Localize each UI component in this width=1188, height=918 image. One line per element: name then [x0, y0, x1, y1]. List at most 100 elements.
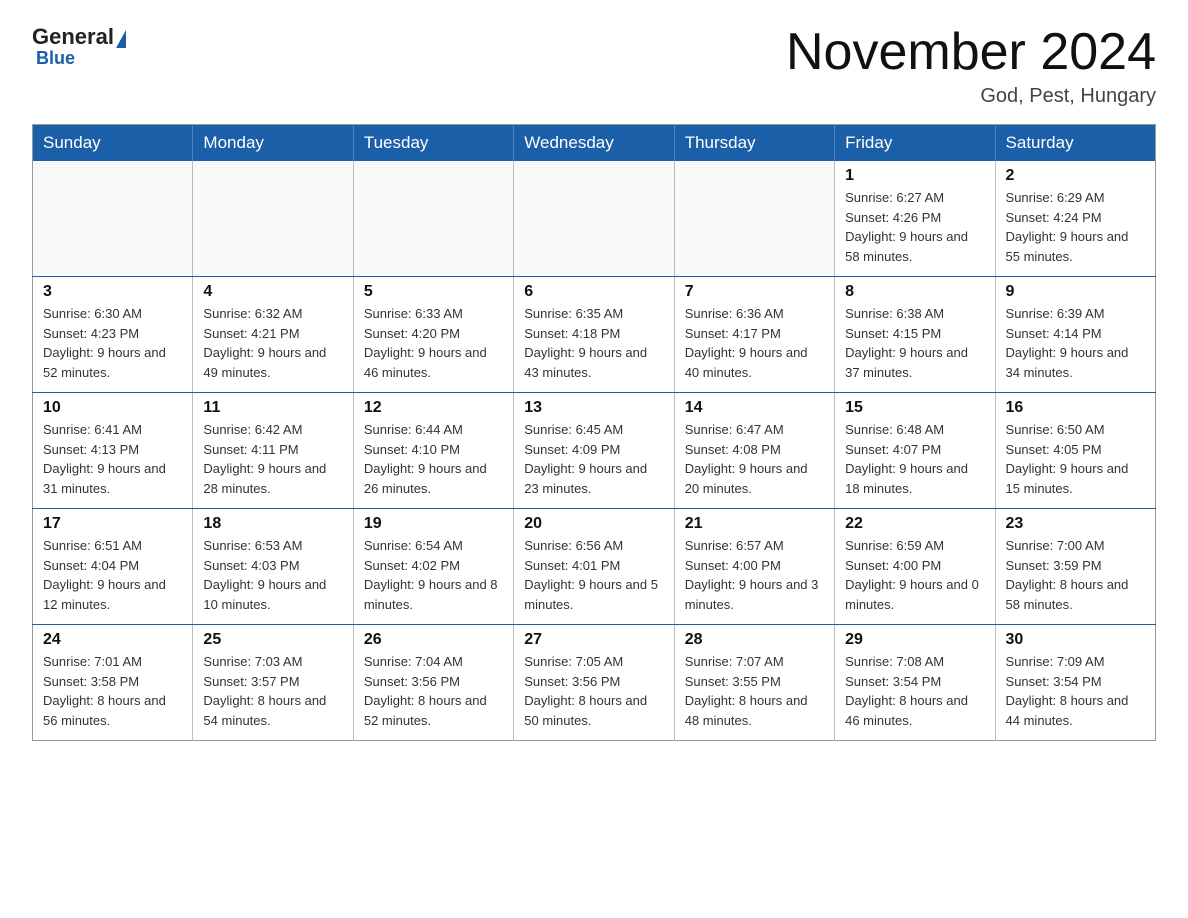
- calendar-cell: 8Sunrise: 6:38 AMSunset: 4:15 PMDaylight…: [835, 277, 995, 393]
- day-number: 16: [1006, 399, 1145, 417]
- calendar-cell: 4 Sunrise: 6:32 AMSunset: 4:21 PMDaylight…: [193, 277, 353, 393]
- day-info: Sunrise: 6:36 AMSunset: 4:17 PMDaylight:…: [685, 304, 824, 382]
- day-info: Sunrise: 6:27 AMSunset: 4:26 PMDaylight:…: [845, 188, 984, 266]
- day-number: 26: [364, 631, 503, 649]
- day-info: Sunrise: 7:07 AMSunset: 3:55 PMDaylight:…: [685, 652, 824, 730]
- day-number: 23: [1006, 515, 1145, 533]
- calendar-cell: [33, 161, 193, 277]
- day-number: 15: [845, 399, 984, 417]
- day-info: Sunrise: 6:39 AMSunset: 4:14 PMDaylight:…: [1006, 304, 1145, 382]
- calendar-cell: 22 Sunrise: 6:59 AMSunset: 4:00 PMDayligh…: [835, 509, 995, 625]
- calendar-cell: 20 Sunrise: 6:56 AMSunset: 4:01 PMDayligh…: [514, 509, 674, 625]
- calendar-header: SundayMondayTuesdayWednesdayThursdayFrid…: [33, 125, 1156, 162]
- calendar-cell: 23 Sunrise: 7:00 AMSunset: 3:59 PMDayligh…: [995, 509, 1155, 625]
- calendar-table: SundayMondayTuesdayWednesdayThursdayFrid…: [32, 124, 1156, 741]
- day-info: Sunrise: 6:51 AMSunset: 4:04 PMDaylight:…: [43, 536, 182, 614]
- day-number: 24: [43, 631, 182, 649]
- calendar-cell: 2 Sunrise: 6:29 AMSunset: 4:24 PMDaylight…: [995, 161, 1155, 277]
- day-number: 4: [203, 283, 342, 301]
- calendar-cell: 18Sunrise: 6:53 AMSunset: 4:03 PMDayligh…: [193, 509, 353, 625]
- day-number: 10: [43, 399, 182, 417]
- day-number: 12: [364, 399, 503, 417]
- day-info: Sunrise: 6:29 AMSunset: 4:24 PMDaylight:…: [1006, 188, 1145, 266]
- calendar-cell: 29 Sunrise: 7:08 AMSunset: 3:54 PMDayligh…: [835, 625, 995, 741]
- day-number: 1: [845, 167, 984, 185]
- calendar-subtitle: God, Pest, Hungary: [786, 85, 1156, 108]
- day-number: 14: [685, 399, 824, 417]
- day-info: Sunrise: 6:32 AMSunset: 4:21 PMDaylight:…: [203, 304, 342, 382]
- day-number: 30: [1006, 631, 1145, 649]
- logo: General Blue: [32, 24, 128, 69]
- calendar-cell: 21Sunrise: 6:57 AMSunset: 4:00 PMDayligh…: [674, 509, 834, 625]
- calendar-cell: [514, 161, 674, 277]
- day-info: Sunrise: 6:59 AMSunset: 4:00 PMDaylight:…: [845, 536, 984, 614]
- weekday-header-sunday: Sunday: [33, 125, 193, 162]
- day-number: 7: [685, 283, 824, 301]
- day-info: Sunrise: 6:44 AMSunset: 4:10 PMDaylight:…: [364, 420, 503, 498]
- calendar-cell: [674, 161, 834, 277]
- day-number: 17: [43, 515, 182, 533]
- day-number: 22: [845, 515, 984, 533]
- day-number: 27: [524, 631, 663, 649]
- calendar-body: 1 Sunrise: 6:27 AMSunset: 4:26 PMDaylight…: [33, 161, 1156, 741]
- calendar-title: November 2024: [786, 24, 1156, 81]
- day-number: 2: [1006, 167, 1145, 185]
- calendar-cell: 14Sunrise: 6:47 AMSunset: 4:08 PMDayligh…: [674, 393, 834, 509]
- day-info: Sunrise: 6:33 AMSunset: 4:20 PMDaylight:…: [364, 304, 503, 382]
- logo-triangle-icon: [116, 30, 126, 48]
- day-number: 5: [364, 283, 503, 301]
- calendar-cell: 13 Sunrise: 6:45 AMSunset: 4:09 PMDayligh…: [514, 393, 674, 509]
- calendar-cell: 16 Sunrise: 6:50 AMSunset: 4:05 PMDayligh…: [995, 393, 1155, 509]
- day-info: Sunrise: 6:45 AMSunset: 4:09 PMDaylight:…: [524, 420, 663, 498]
- day-info: Sunrise: 6:35 AMSunset: 4:18 PMDaylight:…: [524, 304, 663, 382]
- weekday-header-wednesday: Wednesday: [514, 125, 674, 162]
- calendar-cell: 28Sunrise: 7:07 AMSunset: 3:55 PMDayligh…: [674, 625, 834, 741]
- day-number: 19: [364, 515, 503, 533]
- day-number: 11: [203, 399, 342, 417]
- day-number: 9: [1006, 283, 1145, 301]
- weekday-header-row: SundayMondayTuesdayWednesdayThursdayFrid…: [33, 125, 1156, 162]
- page-header: General Blue November 2024 God, Pest, Hu…: [32, 24, 1156, 108]
- day-info: Sunrise: 7:00 AMSunset: 3:59 PMDaylight:…: [1006, 536, 1145, 614]
- day-number: 13: [524, 399, 663, 417]
- calendar-cell: 9 Sunrise: 6:39 AMSunset: 4:14 PMDaylight…: [995, 277, 1155, 393]
- calendar-cell: 26 Sunrise: 7:04 AMSunset: 3:56 PMDayligh…: [353, 625, 513, 741]
- calendar-cell: 15Sunrise: 6:48 AMSunset: 4:07 PMDayligh…: [835, 393, 995, 509]
- calendar-week-3: 10 Sunrise: 6:41 AMSunset: 4:13 PMDayligh…: [33, 393, 1156, 509]
- day-info: Sunrise: 6:38 AMSunset: 4:15 PMDaylight:…: [845, 304, 984, 382]
- weekday-header-friday: Friday: [835, 125, 995, 162]
- weekday-header-saturday: Saturday: [995, 125, 1155, 162]
- day-info: Sunrise: 7:03 AMSunset: 3:57 PMDaylight:…: [203, 652, 342, 730]
- day-info: Sunrise: 7:09 AMSunset: 3:54 PMDaylight:…: [1006, 652, 1145, 730]
- day-number: 25: [203, 631, 342, 649]
- calendar-cell: 24 Sunrise: 7:01 AMSunset: 3:58 PMDayligh…: [33, 625, 193, 741]
- calendar-cell: 27 Sunrise: 7:05 AMSunset: 3:56 PMDayligh…: [514, 625, 674, 741]
- day-info: Sunrise: 6:41 AMSunset: 4:13 PMDaylight:…: [43, 420, 182, 498]
- day-info: Sunrise: 7:01 AMSunset: 3:58 PMDaylight:…: [43, 652, 182, 730]
- logo-general: General: [32, 24, 114, 50]
- calendar-cell: 11Sunrise: 6:42 AMSunset: 4:11 PMDayligh…: [193, 393, 353, 509]
- calendar-cell: 19 Sunrise: 6:54 AMSunset: 4:02 PMDayligh…: [353, 509, 513, 625]
- calendar-week-1: 1 Sunrise: 6:27 AMSunset: 4:26 PMDaylight…: [33, 161, 1156, 277]
- day-number: 20: [524, 515, 663, 533]
- logo-blue-text: Blue: [36, 48, 75, 69]
- day-info: Sunrise: 6:50 AMSunset: 4:05 PMDaylight:…: [1006, 420, 1145, 498]
- day-info: Sunrise: 7:08 AMSunset: 3:54 PMDaylight:…: [845, 652, 984, 730]
- logo-text: General: [32, 24, 128, 50]
- day-info: Sunrise: 6:54 AMSunset: 4:02 PMDaylight:…: [364, 536, 503, 614]
- day-info: Sunrise: 7:05 AMSunset: 3:56 PMDaylight:…: [524, 652, 663, 730]
- day-info: Sunrise: 6:56 AMSunset: 4:01 PMDaylight:…: [524, 536, 663, 614]
- calendar-cell: 1 Sunrise: 6:27 AMSunset: 4:26 PMDaylight…: [835, 161, 995, 277]
- calendar-cell: 6Sunrise: 6:35 AMSunset: 4:18 PMDaylight…: [514, 277, 674, 393]
- day-number: 29: [845, 631, 984, 649]
- calendar-cell: 5 Sunrise: 6:33 AMSunset: 4:20 PMDaylight…: [353, 277, 513, 393]
- calendar-cell: 17 Sunrise: 6:51 AMSunset: 4:04 PMDayligh…: [33, 509, 193, 625]
- calendar-cell: [353, 161, 513, 277]
- day-info: Sunrise: 6:57 AMSunset: 4:00 PMDaylight:…: [685, 536, 824, 614]
- calendar-week-4: 17 Sunrise: 6:51 AMSunset: 4:04 PMDayligh…: [33, 509, 1156, 625]
- day-info: Sunrise: 7:04 AMSunset: 3:56 PMDaylight:…: [364, 652, 503, 730]
- calendar-cell: [193, 161, 353, 277]
- calendar-cell: 3Sunrise: 6:30 AMSunset: 4:23 PMDaylight…: [33, 277, 193, 393]
- calendar-cell: 12 Sunrise: 6:44 AMSunset: 4:10 PMDayligh…: [353, 393, 513, 509]
- weekday-header-thursday: Thursday: [674, 125, 834, 162]
